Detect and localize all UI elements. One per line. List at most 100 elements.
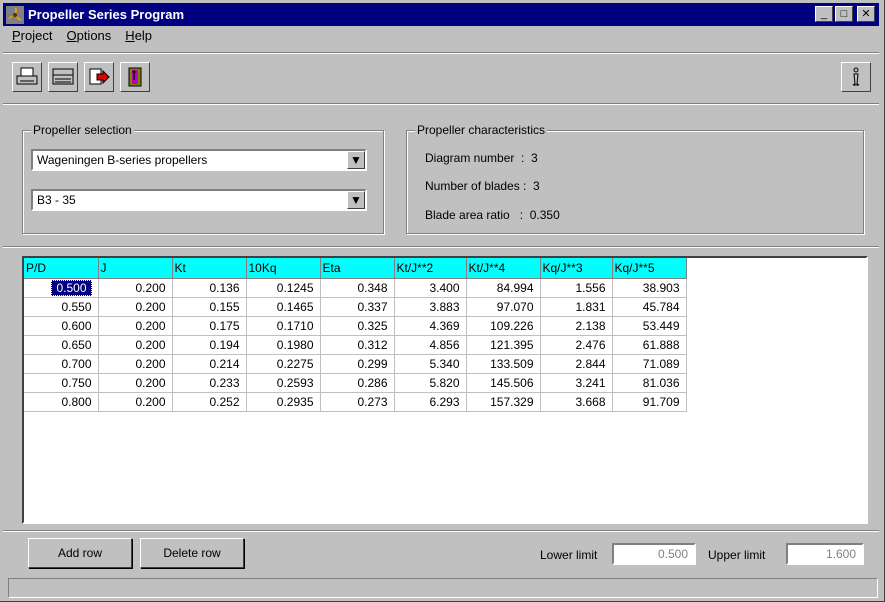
table-cell[interactable]: 2.138 — [540, 316, 613, 336]
column-header[interactable]: Kt/J**2 — [394, 258, 467, 279]
add-row-button[interactable]: Add row — [28, 538, 132, 568]
maximize-button[interactable]: □ — [835, 6, 853, 22]
table-cell[interactable]: 0.200 — [98, 316, 173, 336]
minimize-button[interactable]: _ — [815, 6, 833, 22]
table-cell[interactable]: 0.600 — [24, 316, 99, 336]
table-cell[interactable]: 0.200 — [98, 278, 173, 298]
table-cell[interactable]: 0.650 — [24, 335, 99, 355]
table-cell[interactable]: 0.200 — [98, 297, 173, 317]
table-cell[interactable]: 1.831 — [540, 297, 613, 317]
table-cell[interactable]: 97.070 — [466, 297, 541, 317]
column-header[interactable]: Kq/J**3 — [540, 258, 613, 279]
upper-limit-field[interactable]: 1.600 — [786, 543, 864, 565]
table-cell[interactable]: 1.556 — [540, 278, 613, 298]
about-button[interactable] — [841, 62, 871, 92]
menu-separator — [3, 52, 879, 54]
column-header[interactable]: Kt/J**4 — [466, 258, 541, 279]
table-cell[interactable]: 0.214 — [172, 354, 247, 374]
table-cell[interactable]: 0.252 — [172, 392, 247, 412]
table-cell[interactable]: 0.1465 — [246, 297, 321, 317]
table-cell[interactable]: 6.293 — [394, 392, 467, 412]
table-cell[interactable]: 109.226 — [466, 316, 541, 336]
table-cell[interactable]: 0.200 — [98, 373, 173, 393]
table-cell[interactable]: 0.200 — [98, 392, 173, 412]
table-cell[interactable]: 3.241 — [540, 373, 613, 393]
close-button[interactable]: ✕ — [857, 6, 875, 22]
table-cell[interactable]: 71.089 — [612, 354, 687, 374]
table-cell[interactable]: 0.273 — [320, 392, 395, 412]
column-header[interactable]: P/D — [24, 258, 99, 279]
menu-options[interactable]: Options — [66, 28, 111, 48]
table-cell[interactable]: 5.340 — [394, 354, 467, 374]
table-cell[interactable]: 0.312 — [320, 335, 395, 355]
table-cell[interactable]: 0.155 — [172, 297, 247, 317]
table-cell[interactable]: 0.299 — [320, 354, 395, 374]
table-cell[interactable]: 0.700 — [24, 354, 99, 374]
table-cell[interactable]: 0.800 — [24, 392, 99, 412]
table-cell[interactable]: 3.668 — [540, 392, 613, 412]
table-cell[interactable]: 3.883 — [394, 297, 467, 317]
table-cell[interactable]: 157.329 — [466, 392, 541, 412]
propeller-characteristics-group: Propeller characteristics Diagram number… — [406, 123, 864, 234]
table-cell[interactable]: 0.136 — [172, 278, 247, 298]
print-button[interactable] — [12, 62, 42, 92]
table-cell[interactable]: 0.348 — [320, 278, 395, 298]
table-cell[interactable]: 0.337 — [320, 297, 395, 317]
series-combobox[interactable]: Wageningen B-series propellers ▼ — [31, 149, 367, 171]
table-cell[interactable]: 53.449 — [612, 316, 687, 336]
results-grid[interactable]: P/D J Kt 10Kq Eta Kt/J**2 Kt/J**4 Kq/J**3 Kq/J**… — [22, 256, 868, 524]
export-button[interactable] — [84, 62, 114, 92]
table-cell[interactable]: 0.2935 — [246, 392, 321, 412]
upper-limit-label: Upper limit — [708, 548, 766, 562]
table-cell[interactable]: 2.476 — [540, 335, 613, 355]
table-cell[interactable]: 4.369 — [394, 316, 467, 336]
table-cell[interactable]: 3.400 — [394, 278, 467, 298]
table-cell[interactable]: 0.1245 — [246, 278, 321, 298]
column-header[interactable]: Kt — [172, 258, 247, 279]
table-cell[interactable]: 81.036 — [612, 373, 687, 393]
table-header-row: P/D J Kt 10Kq Eta Kt/J**2 Kt/J**4 Kq/J**3 Kq/J**… — [24, 258, 687, 279]
title-bar[interactable]: Propeller Series Program _ □ ✕ — [3, 3, 879, 26]
table-cell[interactable]: 4.856 — [394, 335, 467, 355]
column-header[interactable]: J — [98, 258, 173, 279]
table-cell[interactable]: 38.903 — [612, 278, 687, 298]
table-cell[interactable]: 91.709 — [612, 392, 687, 412]
table-cell[interactable]: 0.194 — [172, 335, 247, 355]
table-cell[interactable]: 145.506 — [466, 373, 541, 393]
table-cell[interactable]: 2.844 — [540, 354, 613, 374]
table-cell[interactable]: 0.286 — [320, 373, 395, 393]
column-header[interactable]: Kq/J**5 — [612, 258, 687, 279]
number-of-blades-label: Number of blades : 3 — [425, 179, 540, 193]
delete-row-button[interactable]: Delete row — [140, 538, 244, 568]
table-cell[interactable]: 0.233 — [172, 373, 247, 393]
table-cell[interactable]: 0.550 — [24, 297, 99, 317]
table-cell[interactable]: 133.509 — [466, 354, 541, 374]
table-cell[interactable]: 0.2275 — [246, 354, 321, 374]
table-cell[interactable]: 5.820 — [394, 373, 467, 393]
table-cell[interactable]: 0.200 — [98, 354, 173, 374]
table-cell[interactable]: 0.175 — [172, 316, 247, 336]
printer-icon — [16, 67, 38, 85]
table-cell[interactable]: 0.750 — [24, 373, 99, 393]
table-cell[interactable]: 0.200 — [98, 335, 173, 355]
lower-limit-field[interactable]: 0.500 — [612, 543, 696, 565]
print-setup-button[interactable] — [48, 62, 78, 92]
type-combobox[interactable]: B3 - 35 ▼ — [31, 189, 367, 211]
table-cell[interactable]: 45.784 — [612, 297, 687, 317]
menu-help[interactable]: Help — [125, 28, 152, 48]
table-cell[interactable]: 0.500 — [24, 278, 99, 298]
exit-button[interactable] — [120, 62, 150, 92]
table-cell[interactable]: 121.395 — [466, 335, 541, 355]
table-cell[interactable]: 84.994 — [466, 278, 541, 298]
table-cell[interactable]: 61.888 — [612, 335, 687, 355]
window-title: Propeller Series Program — [28, 7, 185, 22]
column-header[interactable]: 10Kq — [246, 258, 321, 279]
menu-project[interactable]: Project — [12, 28, 52, 48]
series-dropdown-button[interactable]: ▼ — [347, 151, 365, 169]
table-cell[interactable]: 0.2593 — [246, 373, 321, 393]
table-cell[interactable]: 0.325 — [320, 316, 395, 336]
type-dropdown-button[interactable]: ▼ — [347, 191, 365, 209]
table-cell[interactable]: 0.1710 — [246, 316, 321, 336]
table-cell[interactable]: 0.1980 — [246, 335, 321, 355]
column-header[interactable]: Eta — [320, 258, 395, 279]
